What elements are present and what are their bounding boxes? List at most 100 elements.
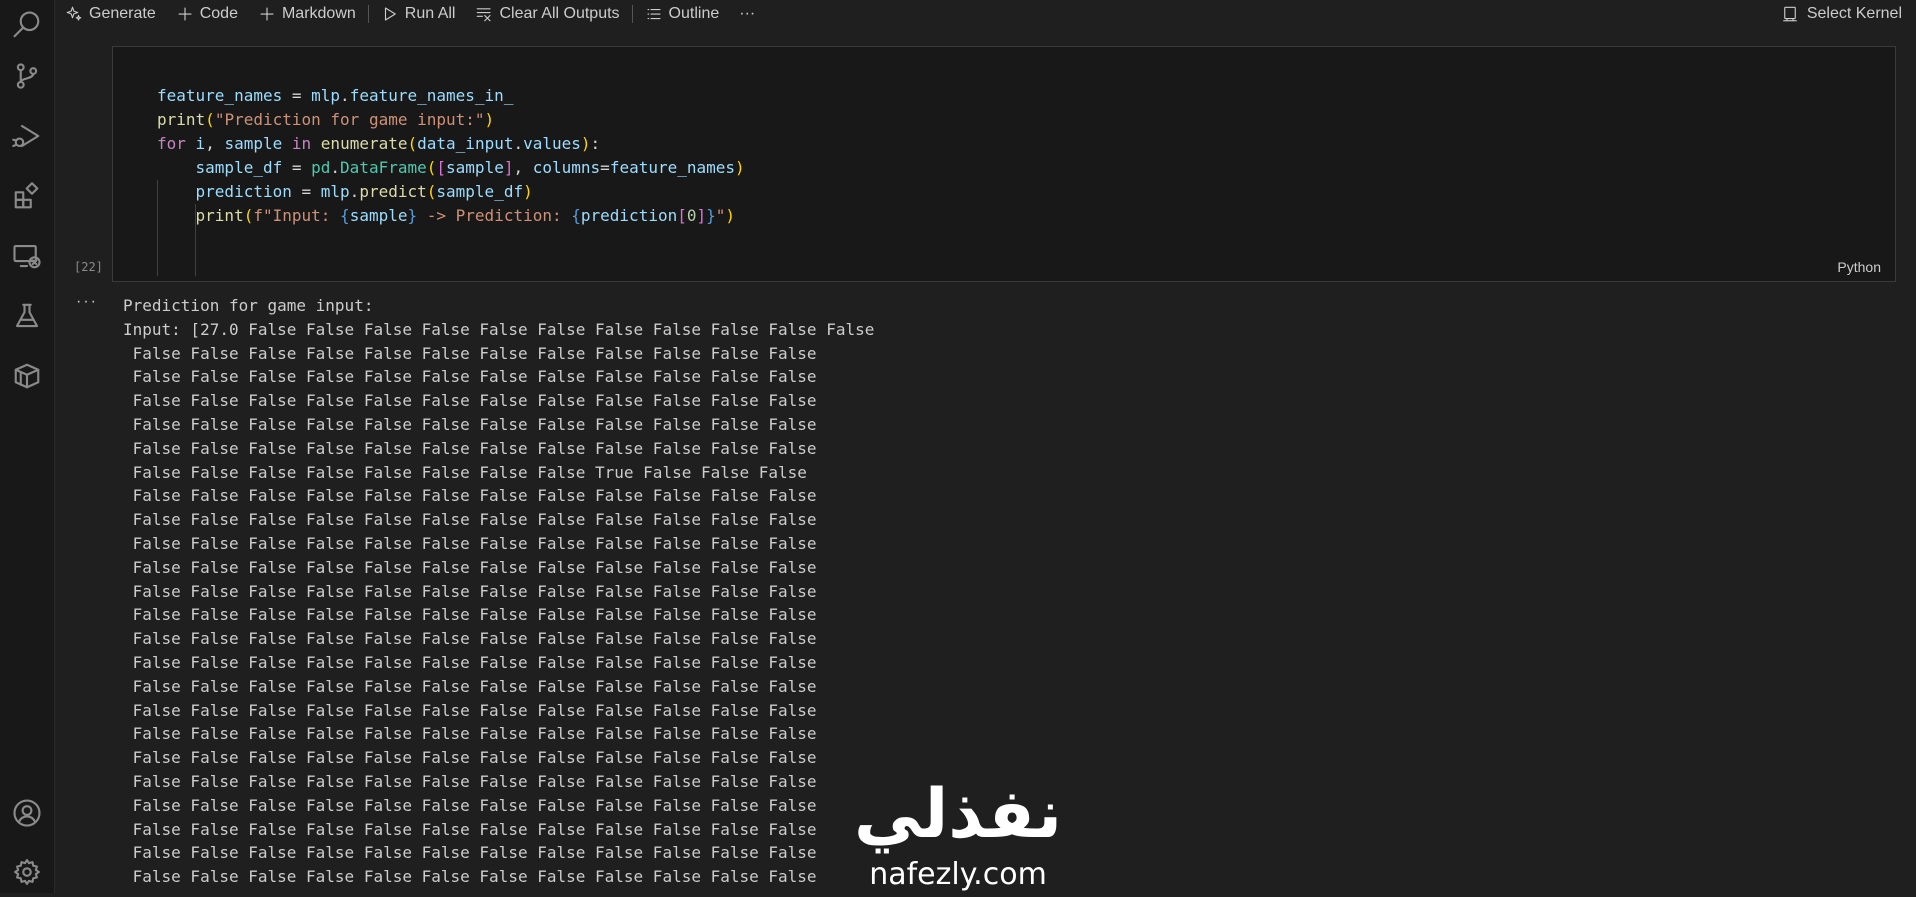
code-editor[interactable]: feature_names = mlp.feature_names_in_ pr… [157, 84, 745, 228]
code-token: , [205, 134, 225, 153]
select-kernel-label: Select Kernel [1806, 5, 1902, 22]
output-line: False False False False False False Fals… [123, 724, 817, 744]
manage-gear-icon[interactable] [0, 847, 54, 897]
code-token: . [349, 182, 360, 201]
ellipsis-icon: ··· [739, 5, 756, 22]
code-token: data_input [417, 134, 514, 153]
code-token: feature_names [157, 86, 283, 105]
output-line: False False False False False False Fals… [123, 486, 817, 506]
activity-bar [0, 0, 55, 893]
code-cell[interactable]: feature_names = mlp.feature_names_in_ pr… [112, 46, 1896, 282]
output-line: False False False False False False Fals… [123, 438, 817, 458]
code-token: mlp [311, 86, 341, 105]
plus-icon [260, 7, 274, 21]
code-token: sample_df [195, 158, 283, 177]
nafezly-watermark: نفذلي nafezly.com [848, 775, 1068, 893]
output-line: False False False False False False Fals… [123, 676, 817, 696]
execution-count: [22] [74, 260, 103, 274]
code-token: sample [224, 134, 283, 153]
output-more-actions-button[interactable]: ··· [76, 293, 98, 311]
output-line: False False False False False False Fals… [123, 367, 817, 387]
run-all-label: Run All [404, 5, 456, 22]
packages-icon[interactable] [0, 351, 54, 401]
watermark-url-text: nafezly.com [869, 857, 1047, 892]
code-label: Code [199, 5, 238, 22]
generate-label: Generate [89, 5, 156, 22]
code-token: print [157, 110, 206, 129]
accounts-icon[interactable] [0, 788, 54, 838]
code-token: ) [523, 182, 533, 201]
output-line: Input: [27.0 False False False False Fal… [123, 319, 875, 339]
code-token: = [282, 158, 312, 177]
code-token: ( [205, 110, 215, 129]
add-code-cell-button[interactable]: Code [166, 0, 248, 28]
select-kernel-button[interactable]: Select Kernel [1781, 0, 1902, 28]
code-token: sample [446, 158, 504, 177]
search-icon[interactable] [0, 0, 54, 50]
play-icon [384, 7, 396, 21]
markdown-label: Markdown [281, 5, 356, 22]
code-token: : [590, 134, 601, 153]
output-line: False False False False False False Fals… [123, 867, 817, 887]
code-token: ) [725, 206, 736, 225]
code-token: DataFrame [340, 158, 427, 177]
output-line: False False False False False False Fals… [123, 510, 817, 530]
code-token: -> Prediction: [417, 206, 572, 225]
code-token: feature_names [609, 158, 736, 177]
outline-button[interactable]: Outline [635, 0, 730, 28]
code-token: i [195, 134, 206, 153]
generate-button[interactable]: Generate [55, 0, 166, 28]
output-line: False False False False False False Fals… [123, 700, 817, 720]
code-token: values [523, 134, 581, 153]
output-line: False False False False False False Fals… [123, 795, 817, 815]
clear-all-outputs-button[interactable]: Clear All Outputs [465, 0, 629, 28]
watermark-arabic-text: نفذلي [853, 775, 1063, 854]
code-token: = [282, 86, 312, 105]
run-all-button[interactable]: Run All [371, 0, 466, 28]
sparkle-icon [66, 6, 82, 21]
code-token: sample_df [436, 182, 524, 201]
remote-explorer-icon[interactable] [0, 231, 54, 281]
code-token: { [571, 206, 581, 225]
code-token: feature_names_in_ [349, 86, 514, 105]
code-token: . [340, 86, 350, 105]
code-token: prediction [580, 206, 678, 225]
output-line: False False False False False False Fals… [123, 843, 817, 863]
cell-output: Prediction for game input: Input: [27.0 … [123, 294, 874, 889]
output-line: False False False False False False Fals… [123, 771, 817, 791]
run-debug-icon[interactable] [0, 111, 54, 161]
code-token: for [157, 134, 186, 153]
output-line: Prediction for game input: [123, 296, 374, 315]
code-token: = [600, 158, 610, 177]
toolbar-divider [631, 5, 633, 23]
code-token: print [195, 206, 244, 225]
code-token: ] [696, 206, 707, 225]
kernel-icon [1783, 6, 1797, 22]
add-markdown-cell-button[interactable]: Markdown [248, 0, 366, 28]
code-token: "Prediction for game input:" [214, 110, 485, 129]
source-control-icon[interactable] [0, 51, 54, 101]
code-token: 0 [686, 206, 697, 225]
output-line: False False False False False False Fals… [123, 462, 807, 482]
output-line: False False False False False False Fals… [123, 652, 817, 672]
code-token: ( [426, 158, 437, 177]
code-token: = [291, 182, 321, 201]
code-token: mlp [320, 182, 350, 201]
code-token: enumerate [320, 134, 408, 153]
extensions-icon[interactable] [0, 171, 54, 221]
code-token: [ [436, 158, 447, 177]
code-token: pd [311, 158, 331, 177]
code-token: predict [359, 182, 427, 201]
code-token: } [706, 206, 716, 225]
more-actions-button[interactable]: ··· [729, 0, 765, 28]
testing-icon[interactable] [0, 291, 54, 341]
output-line: False False False False False False Fals… [123, 581, 817, 601]
code-token: ) [580, 134, 591, 153]
code-token: ) [484, 110, 495, 129]
code-token: ( [243, 206, 254, 225]
cell-language-button[interactable]: Python [1837, 259, 1881, 275]
toolbar-divider [367, 5, 369, 23]
output-line: False False False False False False Fals… [123, 557, 817, 577]
